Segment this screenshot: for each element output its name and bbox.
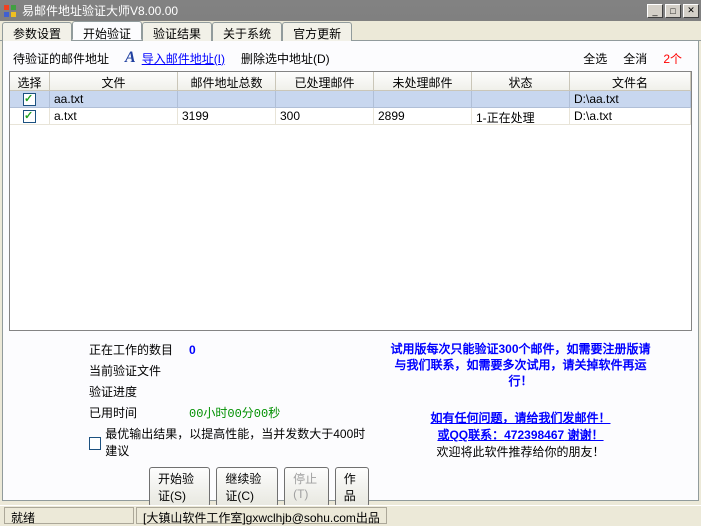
maximize-button[interactable]: □ — [665, 4, 681, 18]
cell-file: a.txt — [50, 108, 178, 125]
close-button[interactable]: ✕ — [683, 4, 699, 18]
deselect-all[interactable]: 全消 — [623, 50, 647, 67]
status-ready: 就绪 — [4, 507, 134, 524]
titlebar: 易邮件地址验证大师V8.00.00 _ □ ✕ — [0, 0, 701, 21]
tab-start[interactable]: 开始验证 — [72, 21, 142, 40]
stop-button[interactable]: 停止(T) — [284, 467, 329, 507]
optimize-label: 最优输出结果，以提高性能，当并发数大于400时建议 — [105, 425, 369, 459]
cell-total — [178, 91, 276, 108]
select-all[interactable]: 全选 — [583, 50, 607, 67]
app-icon — [2, 3, 18, 19]
count-label: 2个 — [663, 50, 682, 67]
delete-link[interactable]: 删除选中地址(D) — [241, 50, 330, 67]
cell-unprocessed — [374, 91, 472, 108]
header-processed[interactable]: 已处理邮件 — [276, 72, 374, 90]
minimize-button[interactable]: _ — [647, 4, 663, 18]
window-title: 易邮件地址验证大师V8.00.00 — [22, 2, 645, 19]
time-label: 已用时间 — [89, 404, 189, 421]
cell-unprocessed: 2899 — [374, 108, 472, 125]
tab-update[interactable]: 官方更新 — [282, 22, 352, 41]
cell-status: 1-正在处理 — [472, 108, 570, 125]
content-panel: 待验证的邮件地址 A 导入邮件地址(I) 删除选中地址(D) 全选 全消 2个 … — [2, 41, 699, 501]
status-panel: 正在工作的数目 0 当前验证文件 验证进度 已用时间 00小时00分00秒 最优… — [9, 341, 692, 507]
toolbar: 待验证的邮件地址 A 导入邮件地址(I) 删除选中地址(D) 全选 全消 2个 — [9, 47, 692, 69]
trial-message: 试用版每次只能验证300个邮件，如需要注册版请与我们联系，如需要多次试用，请关掉… — [389, 341, 652, 389]
header-file[interactable]: 文件 — [50, 72, 178, 90]
cell-filename: D:\aa.txt — [570, 91, 691, 108]
header-status[interactable]: 状态 — [472, 72, 570, 90]
table-row[interactable]: aa.txt D:\aa.txt — [10, 91, 691, 108]
grid-body: aa.txtD:\aa.txta.txt319930028991-正在处理D:\… — [10, 91, 691, 125]
working-count-value: 0 — [189, 343, 196, 357]
progress-label: 验证进度 — [89, 383, 189, 400]
tab-params[interactable]: 参数设置 — [2, 22, 72, 41]
table-row[interactable]: a.txt319930028991-正在处理D:\a.txt — [10, 108, 691, 125]
header-filename[interactable]: 文件名 — [570, 72, 691, 90]
import-icon: A — [125, 49, 136, 67]
continue-button[interactable]: 继续验证(C) — [216, 467, 278, 507]
grid-header: 选择 文件 邮件地址总数 已处理邮件 未处理邮件 状态 文件名 — [10, 72, 691, 91]
row-checkbox[interactable] — [23, 93, 36, 106]
cell-processed: 300 — [276, 108, 374, 125]
tab-bar: 参数设置 开始验证 验证结果 关于系统 官方更新 — [0, 21, 701, 41]
statusbar: 就绪 [大镇山软件工作室]gxwclhjb@sohu.com出品 — [0, 505, 701, 525]
qq-contact-link[interactable]: 或QQ联系：472398467 谢谢！ — [437, 428, 603, 442]
email-contact-link[interactable]: 如有任何问题，请给我们发邮件！ — [430, 411, 610, 425]
header-total[interactable]: 邮件地址总数 — [178, 72, 276, 90]
recommend-text: 欢迎将此软件推荐给你的朋友！ — [389, 443, 652, 460]
cell-file: aa.txt — [50, 91, 178, 108]
time-value: 00小时00分00秒 — [189, 404, 280, 421]
tab-about[interactable]: 关于系统 — [212, 22, 282, 41]
work-button[interactable]: 作品 — [335, 467, 369, 507]
file-grid: 选择 文件 邮件地址总数 已处理邮件 未处理邮件 状态 文件名 aa.txt D:… — [9, 71, 692, 331]
working-count-label: 正在工作的数目 — [89, 341, 189, 358]
row-checkbox[interactable] — [23, 110, 36, 123]
tab-results[interactable]: 验证结果 — [142, 22, 212, 41]
current-file-label: 当前验证文件 — [89, 362, 189, 379]
pending-label: 待验证的邮件地址 — [13, 50, 109, 67]
status-credit: [大镇山软件工作室]gxwclhjb@sohu.com出品 — [136, 507, 387, 524]
import-link[interactable]: 导入邮件地址(I) — [142, 50, 225, 67]
optimize-checkbox[interactable] — [89, 437, 101, 450]
start-button[interactable]: 开始验证(S) — [149, 467, 210, 507]
header-select[interactable]: 选择 — [10, 72, 50, 90]
cell-processed — [276, 91, 374, 108]
header-unprocessed[interactable]: 未处理邮件 — [374, 72, 472, 90]
cell-filename: D:\a.txt — [570, 108, 691, 125]
cell-total: 3199 — [178, 108, 276, 125]
cell-status — [472, 91, 570, 108]
